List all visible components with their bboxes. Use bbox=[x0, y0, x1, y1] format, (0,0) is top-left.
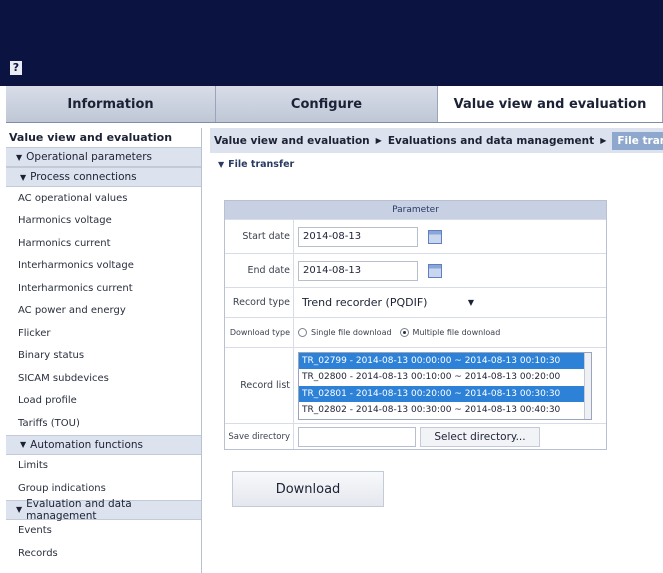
multiple-file-radio[interactable]: Multiple file download bbox=[399, 328, 501, 337]
radio-checked-icon bbox=[399, 328, 409, 337]
record-list[interactable]: TR_02799 - 2014-08-13 00:00:00 ~ 2014-08… bbox=[298, 351, 592, 420]
save-directory-label: Save directory bbox=[225, 424, 294, 449]
tab-information[interactable]: Information bbox=[6, 86, 216, 122]
sidebar-item[interactable]: Harmonics voltage bbox=[6, 210, 201, 233]
record-list-row: Record list TR_02799 - 2014-08-13 00:00:… bbox=[225, 347, 606, 423]
breadcrumb: Value view and evaluation ▶ Evaluations … bbox=[210, 128, 663, 153]
sidebar-group-label: Operational parameters bbox=[26, 151, 153, 163]
parameter-panel: Parameter Start date 2014-08-13 End date… bbox=[224, 200, 607, 450]
record-type-row: Record type Trend recorder (PQDIF) ▼ bbox=[225, 287, 606, 317]
section-title: File transfer bbox=[228, 158, 295, 170]
download-type-label: Download type bbox=[225, 318, 294, 347]
sidebar-group-automation[interactable]: ▼ Automation functions bbox=[6, 434, 201, 455]
tab-configure[interactable]: Configure bbox=[216, 86, 438, 122]
end-date-row: End date 2014-08-13 bbox=[225, 253, 606, 287]
sidebar-group-evaluation[interactable]: ▼ Evaluation and data management bbox=[6, 497, 201, 522]
sidebar-group-label: Process connections bbox=[30, 171, 137, 183]
end-date-label: End date bbox=[225, 254, 294, 287]
sidebar-item[interactable]: Group indications bbox=[6, 477, 201, 500]
sidebar-group-label: Automation functions bbox=[30, 438, 144, 451]
sidebar-item[interactable]: AC power and energy bbox=[6, 300, 201, 323]
main-content: Value view and evaluation ▶ Evaluations … bbox=[210, 128, 663, 573]
start-date-field[interactable]: 2014-08-13 bbox=[298, 226, 418, 247]
sidebar-item[interactable]: Load profile bbox=[6, 390, 201, 413]
sidebar-item[interactable]: Tariffs (TOU) bbox=[6, 412, 201, 435]
sidebar-item[interactable]: Harmonics current bbox=[6, 232, 201, 255]
start-date-row: Start date 2014-08-13 bbox=[225, 219, 606, 253]
main-tabs: Information Configure Value view and eva… bbox=[6, 86, 663, 123]
breadcrumb-item[interactable]: Value view and evaluation bbox=[214, 135, 370, 147]
sidebar-item[interactable]: Flicker bbox=[6, 322, 201, 345]
sidebar-item[interactable]: Interharmonics current bbox=[6, 277, 201, 300]
sidebar-item[interactable]: Limits bbox=[6, 455, 201, 478]
sidebar-item[interactable]: AC operational values bbox=[6, 187, 201, 210]
calendar-icon[interactable] bbox=[428, 229, 442, 244]
tab-value-view-and-evaluation[interactable]: Value view and evaluation bbox=[438, 86, 663, 122]
multiple-file-label: Multiple file download bbox=[412, 328, 501, 337]
sidebar-title[interactable]: Value view and evaluation bbox=[6, 128, 201, 147]
single-file-label: Single file download bbox=[311, 328, 392, 337]
end-date-field[interactable]: 2014-08-13 bbox=[298, 260, 418, 281]
triangle-right-icon: ▶ bbox=[600, 136, 607, 145]
dropdown-arrow-icon: ▼ bbox=[467, 298, 474, 307]
triangle-down-icon: ▼ bbox=[218, 159, 225, 169]
breadcrumb-current: File transfer bbox=[612, 131, 663, 150]
triangle-down-icon: ▼ bbox=[16, 152, 23, 162]
panel-header: Parameter bbox=[225, 201, 606, 219]
list-item[interactable]: TR_02800 - 2014-08-13 00:10:00 ~ 2014-08… bbox=[299, 369, 591, 386]
radio-unchecked-icon bbox=[298, 328, 307, 337]
sidebar-item[interactable]: Interharmonics voltage bbox=[6, 255, 201, 278]
list-item[interactable]: TR_02799 - 2014-08-13 00:00:00 ~ 2014-08… bbox=[299, 352, 591, 369]
triangle-down-icon: ▼ bbox=[16, 505, 23, 514]
section-header[interactable]: ▼ File transfer bbox=[210, 153, 663, 175]
sidebar: Value view and evaluation ▼ Operational p… bbox=[6, 128, 202, 573]
select-directory-button[interactable]: Select directory... bbox=[420, 426, 540, 447]
record-list-label: Record list bbox=[225, 348, 294, 423]
sidebar-item[interactable]: SICAM subdevices bbox=[6, 367, 201, 390]
sidebar-item[interactable]: Records bbox=[6, 542, 201, 565]
save-directory-input[interactable] bbox=[298, 426, 416, 447]
sidebar-item[interactable]: Events bbox=[6, 520, 201, 543]
sidebar-group-process[interactable]: ▼ Process connections bbox=[6, 167, 201, 187]
record-type-select[interactable]: Trend recorder (PQDIF) ▼ bbox=[298, 293, 488, 313]
single-file-radio[interactable]: Single file download bbox=[298, 328, 392, 337]
sidebar-item[interactable]: Binary status bbox=[6, 345, 201, 368]
sidebar-group-label: Evaluation and data management bbox=[26, 497, 132, 522]
triangle-down-icon: ▼ bbox=[20, 440, 27, 449]
record-type-label: Record type bbox=[225, 288, 294, 317]
triangle-right-icon: ▶ bbox=[375, 136, 382, 145]
list-item[interactable]: TR_02802 - 2014-08-13 00:30:00 ~ 2014-08… bbox=[299, 402, 591, 419]
help-icon[interactable]: ? bbox=[10, 61, 22, 75]
breadcrumb-item[interactable]: Evaluations and data management bbox=[388, 135, 594, 147]
save-directory-row: Save directory Select directory... bbox=[225, 423, 606, 449]
title-bar bbox=[0, 0, 663, 86]
scrollbar[interactable] bbox=[584, 352, 591, 419]
record-type-value: Trend recorder (PQDIF) bbox=[302, 296, 428, 309]
triangle-down-icon: ▼ bbox=[20, 172, 27, 182]
sidebar-group-operational[interactable]: ▼ Operational parameters bbox=[6, 147, 201, 167]
start-date-label: Start date bbox=[225, 220, 294, 253]
download-type-row: Download type Single file download Multi… bbox=[225, 317, 606, 347]
calendar-icon[interactable] bbox=[428, 263, 442, 278]
download-button[interactable]: Download bbox=[232, 471, 384, 507]
list-item[interactable]: TR_02801 - 2014-08-13 00:20:00 ~ 2014-08… bbox=[299, 385, 591, 402]
